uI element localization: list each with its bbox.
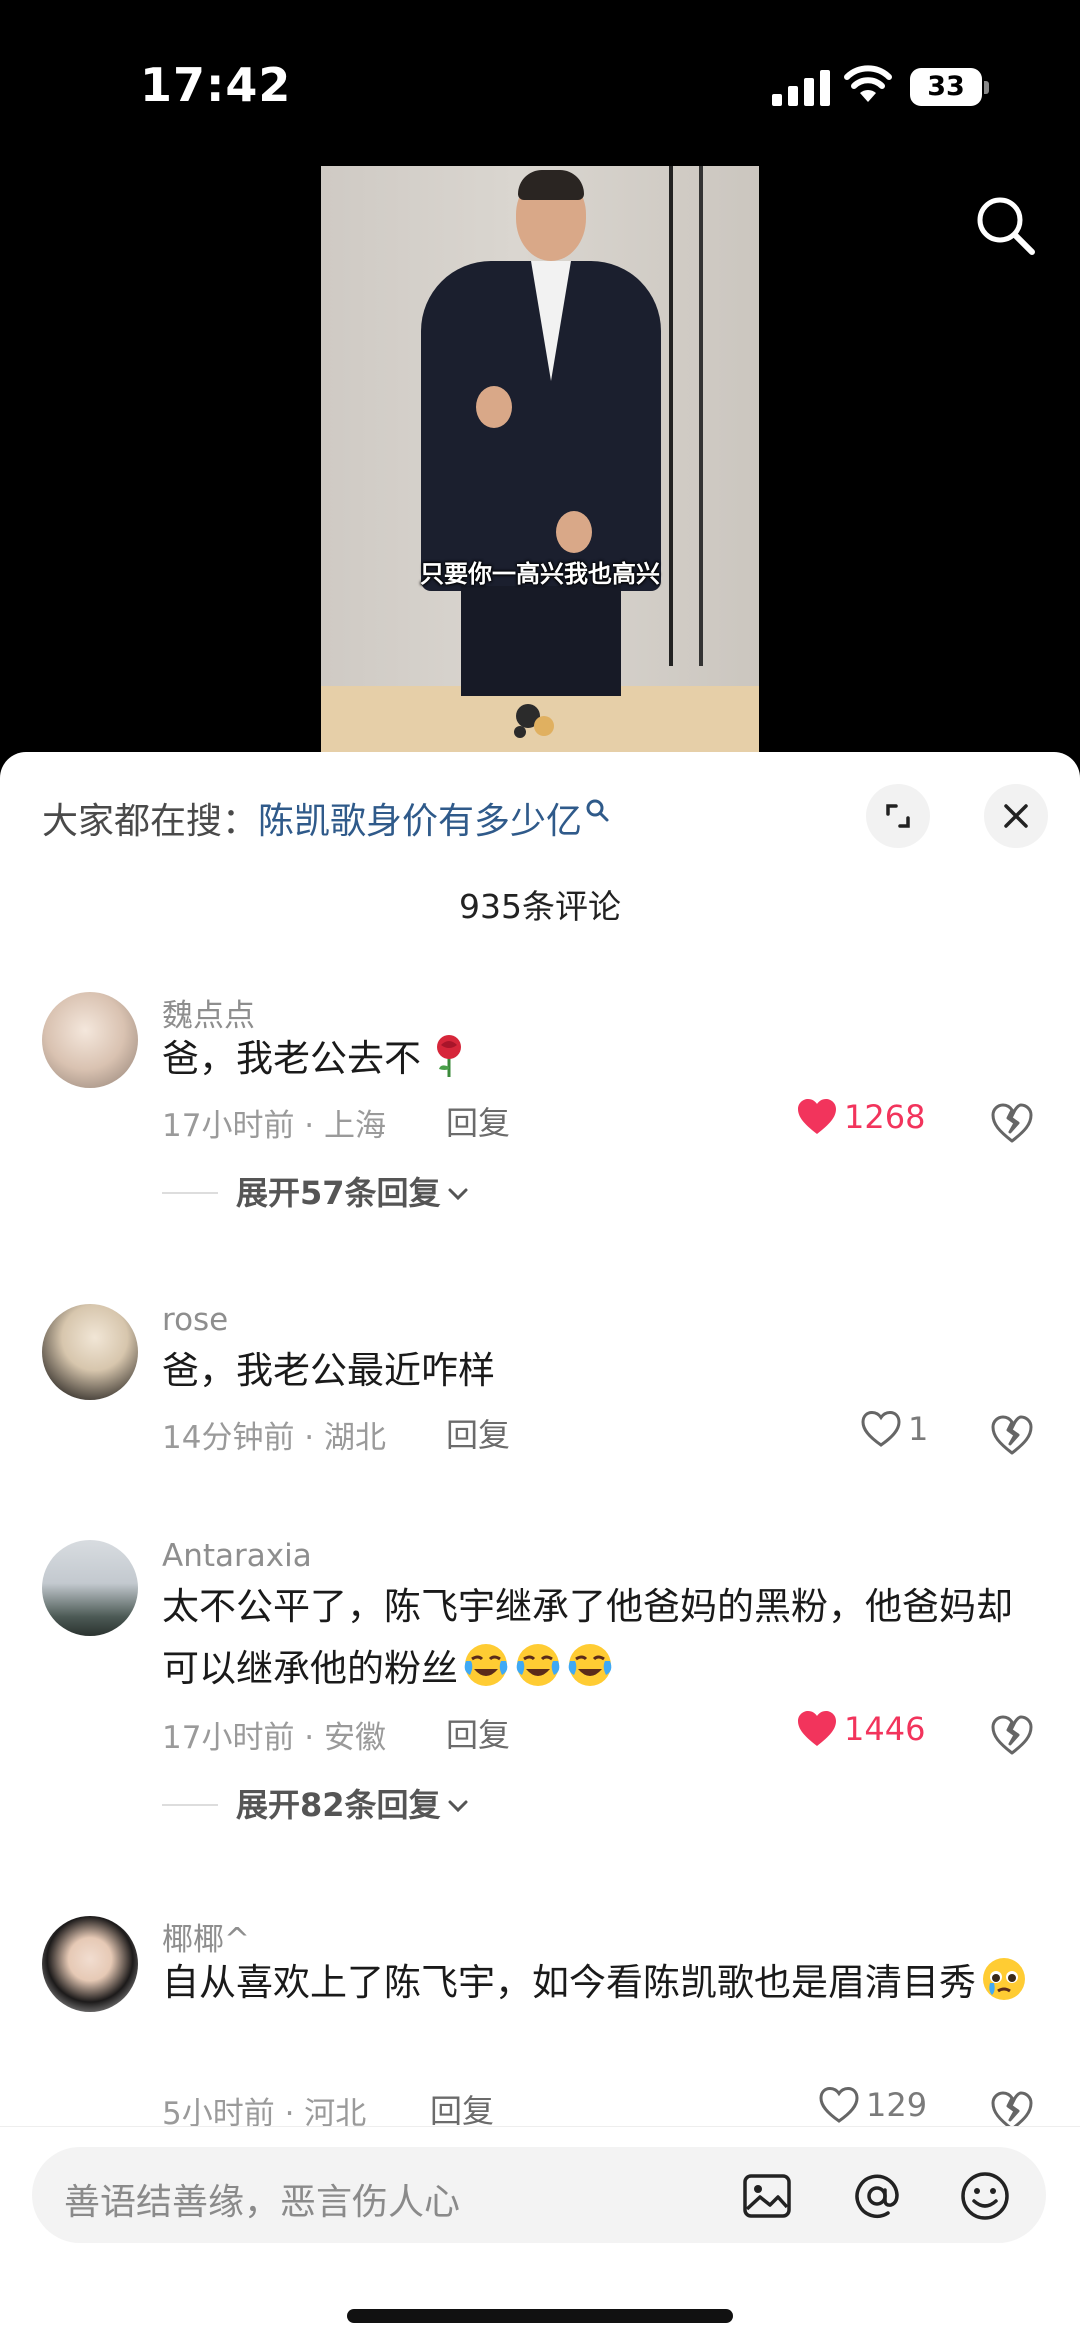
comment-input-placeholder: 善语结善缘，恶言伤人心: [64, 2182, 461, 2223]
expand-icon: [886, 804, 910, 828]
mention-icon[interactable]: [850, 2169, 904, 2223]
heart-filled-icon: [798, 1711, 836, 1746]
heart-outline-icon: [861, 1410, 901, 1447]
expand-replies-label: 展开57条回复: [236, 1174, 441, 1212]
heart-filled-icon: [798, 1099, 836, 1134]
home-indicator: [347, 2309, 733, 2323]
avatar[interactable]: [42, 1304, 138, 1400]
image-icon[interactable]: [740, 2169, 794, 2223]
reply-button[interactable]: 回复: [446, 1710, 510, 1756]
comment-text: 爸，我老公最近咋样: [162, 1349, 495, 1392]
comment-username[interactable]: rose: [162, 1302, 228, 1338]
heart-outline-icon: [819, 2086, 859, 2123]
reply-button[interactable]: 回复: [446, 1410, 510, 1456]
broken-heart-icon[interactable]: [990, 1102, 1034, 1144]
hot-search-banner[interactable]: 大家都在搜：陈凯歌身价有多少亿: [42, 792, 610, 844]
avatar[interactable]: [42, 1540, 138, 1636]
comment-text: 爸，我老公去不: [162, 1028, 1042, 1090]
reply-button[interactable]: 回复: [446, 1098, 510, 1144]
like-button[interactable]: 1268: [796, 1098, 925, 1136]
status-time: 17:42: [140, 58, 292, 112]
like-count: 1268: [844, 1098, 926, 1136]
like-count: 1446: [844, 1710, 926, 1748]
broken-heart-icon[interactable]: [990, 1414, 1034, 1456]
comment-text: 自从喜欢上了陈飞宇，如今看陈凯歌也是眉清目秀: [162, 1952, 1042, 2014]
battery-level: 33: [910, 68, 982, 106]
search-icon[interactable]: [970, 190, 1040, 260]
comment-text-content: 爸，我老公去不: [162, 1037, 421, 1080]
comment-text-content: 自从喜欢上了陈飞宇，如今看陈凯歌也是眉清目秀: [162, 1961, 976, 2004]
search-small-icon: [586, 799, 609, 822]
hot-search-prefix: 大家都在搜：: [42, 801, 259, 842]
comment-meta: 17小时前 · 安徽: [162, 1720, 387, 1756]
pleading-emoji-icon: [983, 1958, 1025, 2000]
like-button[interactable]: 1446: [796, 1710, 925, 1748]
battery-indicator: 33: [910, 68, 989, 106]
expand-replies-label: 展开82条回复: [236, 1786, 441, 1824]
crying-laughing-emoji-icon: [516, 1644, 560, 1686]
comment-username[interactable]: Antaraxia: [162, 1538, 312, 1574]
rose-emoji-icon: [437, 1035, 461, 1077]
status-bar: 17:42 33: [0, 0, 1080, 170]
comment-meta: 17小时前 · 上海: [162, 1108, 387, 1144]
comment-item: rose 爸，我老公最近咋样 14分钟前 · 湖北 回复 1: [0, 1300, 1080, 1500]
comment-sheet: 大家都在搜：陈凯歌身价有多少亿 935条评论 魏点点 爸，我老公去不 17小时前…: [0, 752, 1080, 2348]
comment-input[interactable]: 善语结善缘，恶言伤人心: [32, 2147, 1046, 2243]
comment-text: 太不公平了，陈飞宇继承了他爸妈的黑粉，他爸妈却可以继承他的粉丝: [162, 1576, 1042, 1700]
comment-item: 魏点点 爸，我老公去不 17小时前 · 上海 回复 1268 展开57条回复: [0, 988, 1080, 1288]
watermark-logo: [514, 704, 554, 738]
crying-laughing-emoji-icon: [568, 1644, 612, 1686]
avatar[interactable]: [42, 992, 138, 1088]
chevron-down-icon: [448, 1800, 468, 1813]
close-button[interactable]: [984, 784, 1048, 848]
avatar[interactable]: [42, 1916, 138, 2012]
broken-heart-icon[interactable]: [990, 1714, 1034, 1756]
expand-button[interactable]: [866, 784, 930, 848]
video-subtitle: 只要你一高兴我也高兴: [420, 559, 660, 588]
emoji-icon[interactable]: [958, 2169, 1012, 2223]
comment-item: Antaraxia 太不公平了，陈飞宇继承了他爸妈的黑粉，他爸妈却可以继承他的粉…: [0, 1536, 1080, 1876]
chevron-down-icon: [448, 1188, 468, 1201]
comment-meta: 14分钟前 · 湖北: [162, 1420, 387, 1456]
crying-laughing-emoji-icon: [464, 1644, 508, 1686]
video-player[interactable]: 只要你一高兴我也高兴: [321, 166, 759, 756]
wifi-icon: [844, 65, 892, 102]
like-button[interactable]: 129: [818, 2086, 927, 2124]
cellular-signal-icon: [772, 70, 830, 106]
like-button[interactable]: 1: [860, 1410, 928, 1448]
comment-count: 935条评论: [459, 887, 621, 926]
expand-replies[interactable]: 展开57条回复: [162, 1168, 469, 1214]
expand-replies[interactable]: 展开82条回复: [162, 1780, 469, 1826]
like-count: 1: [908, 1410, 929, 1448]
hot-search-query[interactable]: 陈凯歌身价有多少亿: [258, 801, 582, 842]
like-count: 129: [866, 2086, 928, 2124]
close-icon: [1004, 804, 1028, 828]
